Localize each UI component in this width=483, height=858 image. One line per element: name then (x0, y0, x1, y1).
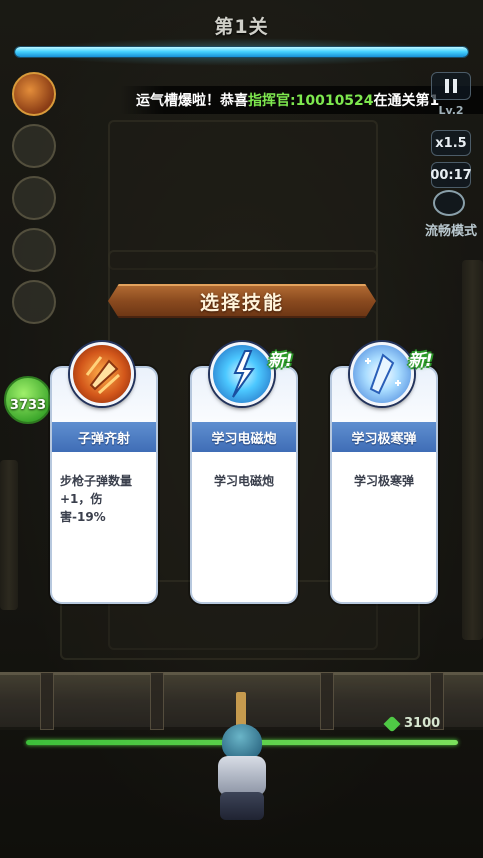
pause-button[interactable] (431, 72, 471, 100)
level-title: 第1关 (214, 16, 269, 38)
skill-name-band: 子弹齐射 (52, 422, 156, 452)
skill-slot-5[interactable] (12, 280, 56, 324)
skill-description: 学习极寒弹 (353, 474, 414, 488)
select-skill-title: 选择技能 (199, 291, 284, 314)
level-progress-bar (14, 46, 469, 58)
broadcast-prefix: 运气槽爆啦！恭喜 (136, 93, 248, 109)
battle-timer: 00:17 (430, 162, 472, 188)
base-hp-label: 3100 (383, 715, 441, 732)
hero-legs (220, 792, 264, 820)
wall-post (40, 672, 54, 730)
level-progress-fill (15, 47, 468, 57)
skill-slot-2[interactable] (12, 124, 56, 168)
skill-description: 学习电磁炮 (213, 474, 274, 488)
wall-post (320, 672, 334, 730)
new-badge: 新! (408, 351, 433, 371)
skill-name: 学习电磁炮 (211, 431, 277, 447)
hero-head (222, 724, 262, 760)
level-badge: Lv.2 (438, 104, 464, 117)
hero-body (218, 756, 266, 796)
skill-name: 子弹齐射 (77, 431, 130, 447)
base-hp-value: 3100 (404, 716, 441, 731)
select-skill-banner: 选择技能 (108, 284, 376, 318)
skill-name-band: 学习极寒弹 (332, 422, 436, 452)
heart-icon (383, 715, 401, 732)
wall-post (150, 672, 164, 730)
coin-value: 3733 (9, 398, 47, 413)
commander-character (210, 724, 274, 822)
railgun-icon (210, 342, 274, 406)
bullet-volley-icon (70, 342, 134, 406)
skill-slot-1[interactable] (12, 72, 56, 116)
speed-button[interactable]: x1.5 (431, 130, 471, 156)
skill-name: 学习极寒弹 (351, 431, 417, 447)
coin-counter[interactable]: 3733 (4, 376, 52, 424)
frost-bullet-icon (350, 342, 414, 406)
skill-description: 步枪子弹数量+1，伤害-19% (60, 474, 133, 524)
smooth-mode-label[interactable]: 流畅模式 (425, 220, 477, 239)
skill-name-band: 学习电磁炮 (192, 422, 296, 452)
pause-icon (445, 79, 457, 93)
new-badge: 新! (268, 351, 293, 371)
broadcast-player: 指挥官:10010524 (248, 93, 374, 109)
skill-slot-4[interactable] (12, 228, 56, 272)
speedometer-icon[interactable] (433, 190, 465, 216)
skill-slot-3[interactable] (12, 176, 56, 220)
